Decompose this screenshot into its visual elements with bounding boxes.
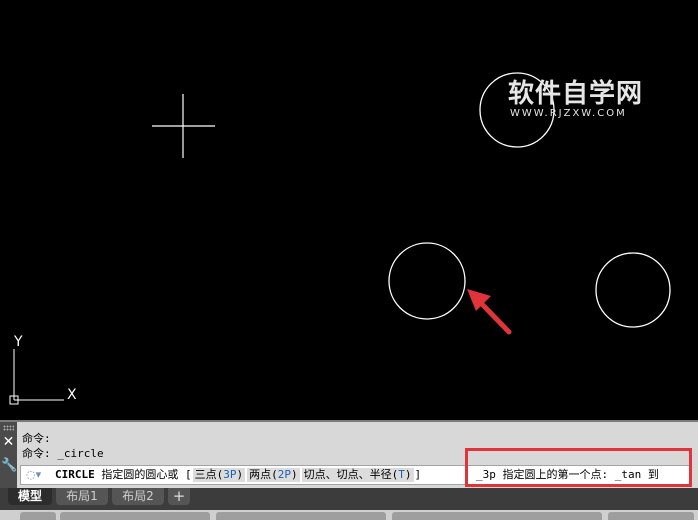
wrench-icon[interactable]: 🔧 (1, 458, 17, 474)
taskbar-item[interactable] (60, 512, 210, 520)
option-two-point[interactable]: 两点(2P) (247, 468, 300, 482)
grip-dots (3, 425, 14, 431)
bracket-close: ] (414, 468, 422, 481)
red-highlight-box (465, 448, 692, 487)
command-icon[interactable]: ◌▾ (26, 468, 42, 482)
taskbar-item[interactable] (608, 512, 694, 520)
y-axis-label: Y (13, 334, 23, 350)
command-name: CIRCLE (55, 468, 95, 481)
option-three-point[interactable]: 三点(3P) (192, 468, 246, 482)
command-panel-grip[interactable]: ✕ 🔧 (0, 422, 17, 490)
watermark-url: WWW.RJZXW.COM (510, 108, 627, 119)
command-prompt: CIRCLE 指定圆的圆心或 [三点(3P) 两点(2P) 切点、切点、半径(T)] (55, 468, 421, 482)
bracket-open: [ (185, 468, 192, 481)
drawing-layer: Y X (9, 72, 671, 405)
close-icon[interactable]: ✕ (1, 434, 16, 450)
option-tan-tan-radius[interactable]: 切点、切点、半径(T) (301, 468, 414, 482)
command-history-line-1: 命令: (22, 432, 51, 445)
add-layout-button[interactable]: + (168, 488, 190, 505)
red-arrow-icon (467, 289, 512, 335)
taskbar-item[interactable] (20, 512, 56, 520)
watermark-logo: 软件自学网 WWW.RJZXW.COM (508, 80, 643, 120)
taskbar-item[interactable] (392, 512, 602, 520)
tab-layout1[interactable]: 布局1 (56, 488, 108, 505)
crosshair-cursor (152, 94, 215, 158)
x-axis-label: X (67, 387, 77, 403)
drawing-canvas[interactable]: Y X 软件自学网 WWW.RJZXW.COM (0, 0, 698, 420)
tab-model[interactable]: 模型 (8, 488, 52, 505)
tab-layout2[interactable]: 布局2 (112, 488, 164, 505)
circle-right[interactable] (595, 252, 671, 328)
circle-middle[interactable] (388, 242, 466, 320)
prompt-text: 指定圆的圆心或 (101, 468, 179, 481)
ucs-icon (9, 349, 64, 405)
watermark-title: 软件自学网 (508, 79, 644, 109)
taskbar-item[interactable] (216, 512, 386, 520)
command-history-line-2: 命令: _circle (22, 447, 104, 460)
